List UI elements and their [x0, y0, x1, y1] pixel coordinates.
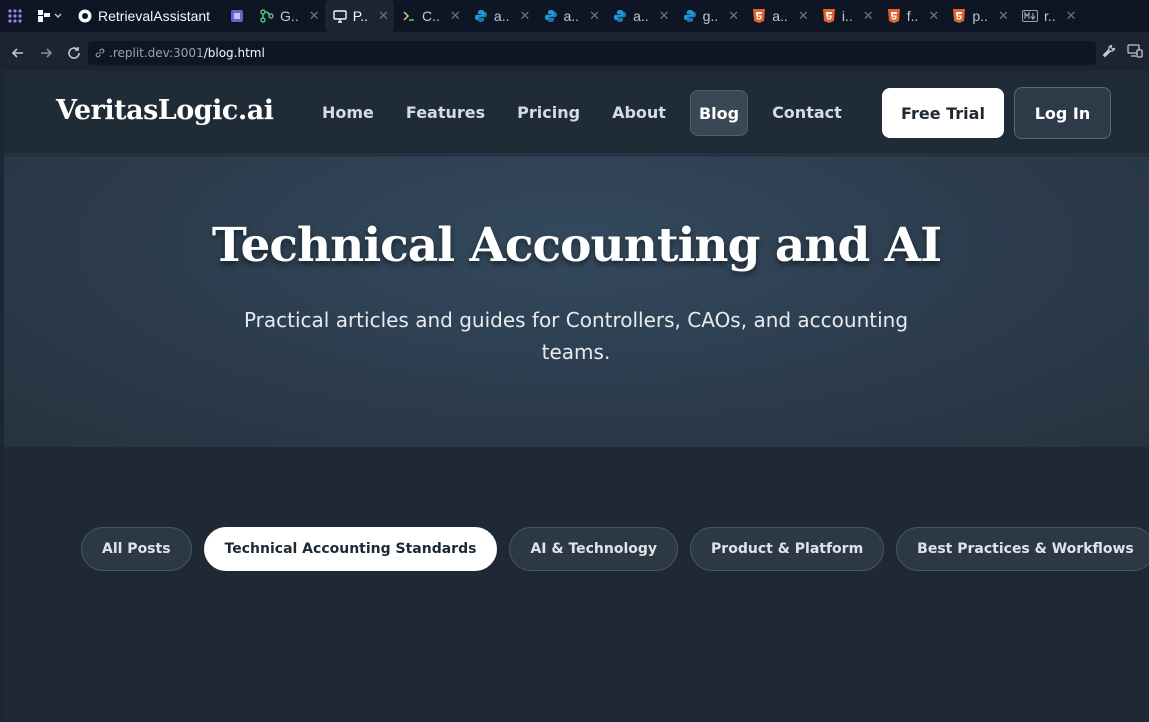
close-icon[interactable]: ✕ — [659, 8, 670, 24]
tab-label: C.. — [422, 8, 440, 24]
nav-blog[interactable]: Blog — [689, 90, 749, 136]
repl-avatar-icon — [78, 9, 92, 23]
terminal-icon — [402, 9, 416, 23]
close-icon[interactable]: ✕ — [589, 8, 600, 24]
tab-label: a.. — [563, 8, 580, 24]
filter-best-practices-workflows[interactable]: Best Practices & Workflows — [896, 527, 1149, 571]
close-icon[interactable]: ✕ — [998, 8, 1009, 24]
log-in-button[interactable]: Log In — [1014, 87, 1111, 139]
tab-preview[interactable]: P.. ✕ — [324, 0, 395, 32]
square-icon — [230, 9, 244, 23]
tab-markdown-file[interactable]: r.. ✕ — [1014, 0, 1082, 32]
hero-section: Technical Accounting and AI Practical ar… — [4, 156, 1149, 447]
markdown-icon — [1021, 9, 1038, 23]
layout-icon — [38, 10, 50, 22]
url-path: /blog.html — [203, 46, 265, 60]
html5-icon — [887, 9, 901, 23]
nav-contact[interactable]: Contact — [764, 90, 850, 136]
close-icon[interactable]: ✕ — [798, 8, 809, 24]
free-trial-button[interactable]: Free Trial — [882, 88, 1004, 138]
tab-label: a.. — [493, 8, 510, 24]
tab-label: f.. — [906, 8, 919, 24]
tab-label: a.. — [772, 8, 788, 24]
html5-icon — [822, 9, 836, 23]
python-icon — [683, 9, 697, 23]
tab-python-file[interactable]: g.. ✕ — [675, 0, 745, 32]
tab-label: i.. — [841, 8, 853, 24]
back-button[interactable] — [4, 36, 32, 70]
python-icon — [544, 9, 558, 23]
filter-ai-technology[interactable]: AI & Technology — [509, 527, 679, 571]
filter-all-posts[interactable]: All Posts — [81, 527, 192, 571]
nav-home[interactable]: Home — [314, 90, 382, 136]
filter-technical-accounting-standards[interactable]: Technical Accounting Standards — [203, 527, 498, 571]
tab-square[interactable] — [222, 0, 252, 32]
tab-label: P.. — [352, 8, 369, 24]
html5-icon — [752, 9, 766, 23]
close-icon[interactable]: ✕ — [450, 8, 461, 24]
close-icon[interactable]: ✕ — [309, 8, 320, 24]
address-tools — [1101, 36, 1143, 70]
arrow-left-icon — [11, 48, 23, 58]
app-tab-retrievalassistant[interactable]: RetrievalAssistant — [70, 0, 222, 32]
page-subtitle: Practical articles and guides for Contro… — [243, 308, 909, 364]
devices-icon — [1127, 43, 1143, 58]
devtools-button[interactable] — [1101, 43, 1117, 64]
nav-about[interactable]: About — [604, 90, 674, 136]
site-preview: VeritasLogic.ai Home Features Pricing Ab… — [4, 71, 1149, 722]
reload-icon — [68, 47, 80, 59]
close-icon[interactable]: ✕ — [520, 8, 531, 24]
device-preview-button[interactable] — [1127, 43, 1143, 64]
app-tab-label: RetrievalAssistant — [98, 8, 211, 24]
filter-product-platform[interactable]: Product & Platform — [690, 527, 885, 571]
tab-label: G.. — [280, 8, 299, 24]
html5-icon — [952, 9, 966, 23]
close-icon[interactable]: ✕ — [728, 8, 739, 24]
tab-label: a.. — [633, 8, 649, 24]
tab-html-file[interactable]: f.. ✕ — [879, 0, 945, 32]
layout-menu-button[interactable] — [30, 0, 70, 32]
wrench-icon — [1102, 44, 1116, 57]
url-field[interactable]: .replit.dev:3001/blog.html — [88, 41, 1096, 65]
site-header: VeritasLogic.ai Home Features Pricing Ab… — [4, 71, 1149, 155]
close-icon[interactable]: ✕ — [863, 8, 874, 24]
nav-pricing[interactable]: Pricing — [509, 90, 588, 136]
category-filters: All Posts Technical Accounting Standards… — [81, 527, 1149, 571]
tab-html-file[interactable]: i.. ✕ — [814, 0, 879, 32]
tab-html-file[interactable]: a.. ✕ — [744, 0, 814, 32]
close-icon[interactable]: ✕ — [928, 8, 939, 24]
tab-console[interactable]: C.. ✕ — [394, 0, 466, 32]
tab-label: g.. — [702, 8, 719, 24]
tab-git[interactable]: G.. ✕ — [252, 0, 325, 32]
link-icon — [95, 48, 105, 58]
python-icon — [613, 9, 627, 23]
reload-button[interactable] — [60, 36, 88, 70]
tab-python-file[interactable]: a.. ✕ — [536, 0, 606, 32]
forward-button[interactable] — [32, 36, 60, 70]
workspace-tab-bar: RetrievalAssistant G.. ✕ P.. ✕ C.. ✕ a..… — [0, 0, 1149, 32]
replit-logo-icon[interactable] — [0, 0, 30, 32]
close-icon[interactable]: ✕ — [1066, 8, 1077, 24]
url-host: .replit.dev:3001 — [109, 46, 204, 60]
main-nav: Home Features Pricing About Blog Contact — [314, 90, 866, 136]
monitor-icon — [333, 9, 347, 23]
tab-python-file[interactable]: a.. ✕ — [605, 0, 675, 32]
brand-logo[interactable]: VeritasLogic.ai — [56, 95, 274, 126]
arrow-right-icon — [41, 48, 53, 58]
close-icon[interactable]: ✕ — [378, 8, 389, 24]
page-title: Technical Accounting and AI — [211, 218, 942, 273]
address-bar: .replit.dev:3001/blog.html — [0, 36, 1149, 70]
git-branch-icon — [260, 9, 274, 23]
tab-python-file[interactable]: a.. ✕ — [466, 0, 536, 32]
nav-features[interactable]: Features — [398, 90, 493, 136]
python-icon — [474, 9, 488, 23]
tab-label: r.. — [1043, 8, 1056, 24]
tab-html-file[interactable]: p.. ✕ — [944, 0, 1014, 32]
chevron-down-icon — [54, 13, 62, 18]
tab-label: p.. — [972, 8, 988, 24]
